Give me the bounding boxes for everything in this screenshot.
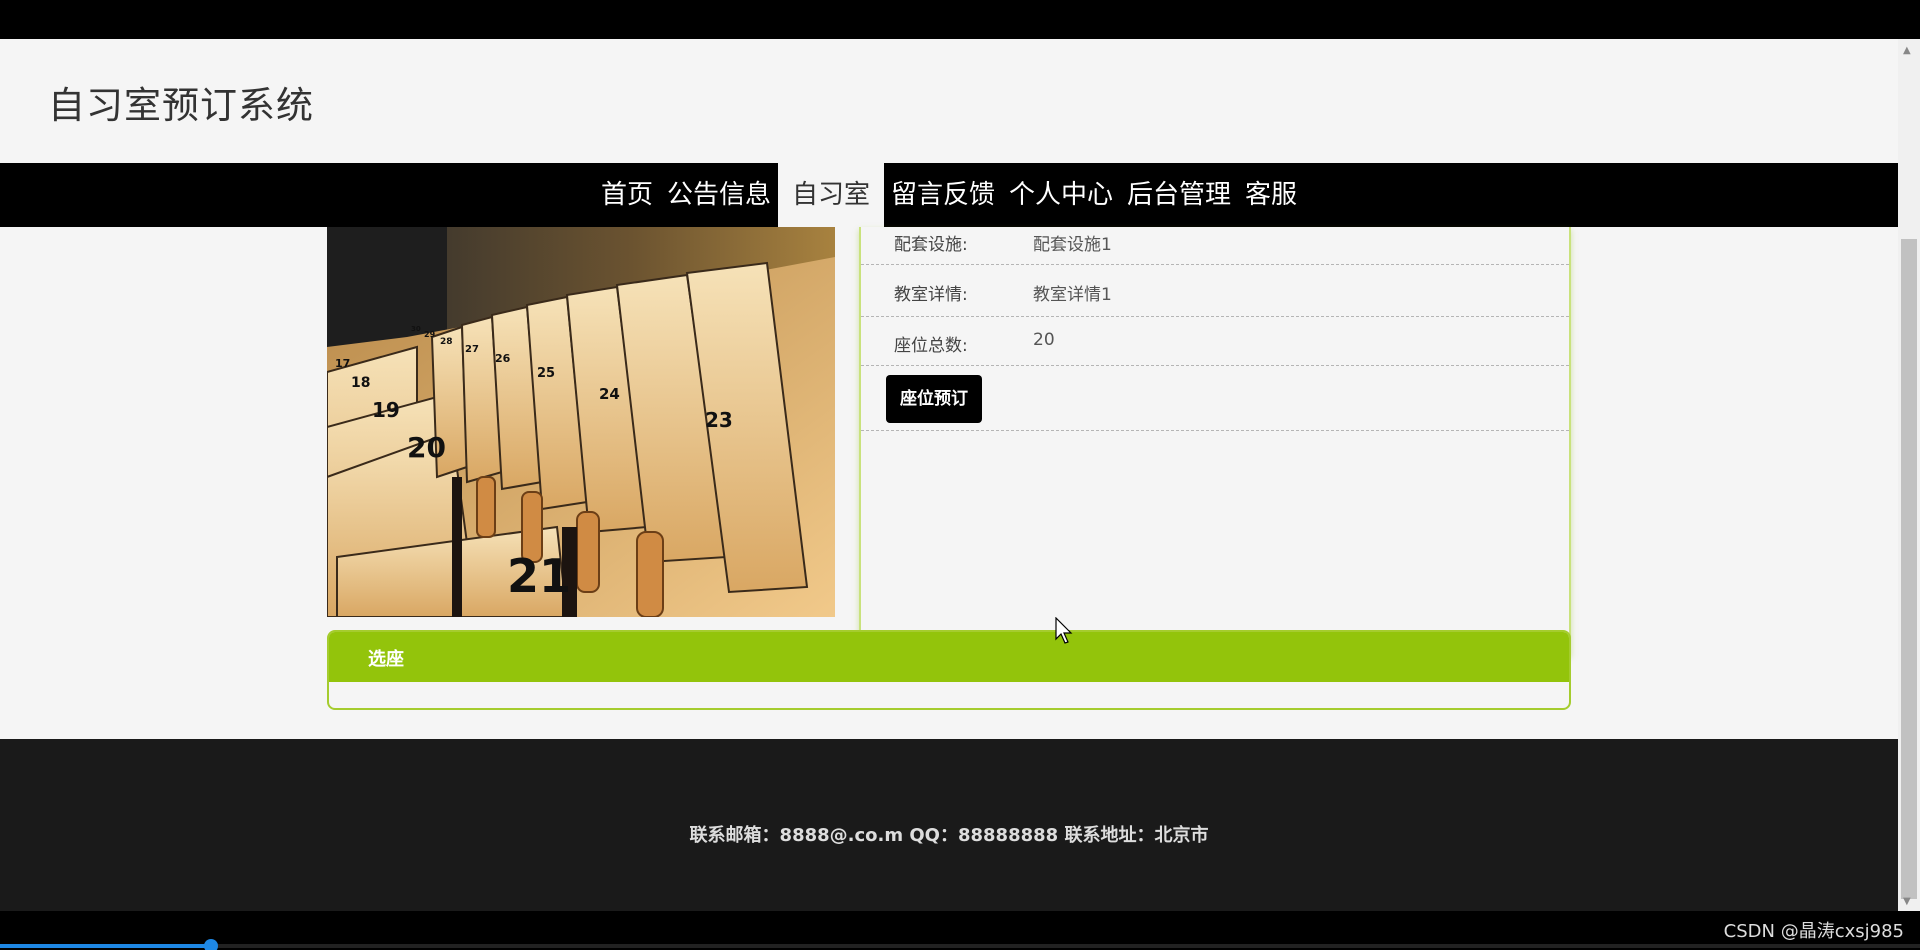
nav-feedback[interactable]: 留言反馈 (884, 163, 1002, 227)
seat-number-label: 21 (507, 549, 571, 603)
seat-number-label: 28 (440, 337, 453, 347)
nav-study-rooms[interactable]: 自习室 (777, 163, 884, 227)
detail-row-room-details: 教室详情: 教室详情1 (861, 265, 1569, 317)
nav-admin[interactable]: 后台管理 (1120, 163, 1238, 227)
detail-row-facilities: 配套设施: 配套设施1 (861, 227, 1569, 265)
facilities-value: 配套设施1 (1033, 235, 1112, 255)
detail-row-total-seats: 座位总数: 20 (861, 317, 1569, 366)
nav-customer-service[interactable]: 客服 (1238, 163, 1304, 227)
seat-number-label: 26 (495, 352, 511, 365)
seat-number-label: 23 (705, 408, 733, 432)
seat-selection-panel: 选座 (327, 630, 1571, 710)
scroll-down-arrow-icon[interactable]: ▼ (1903, 896, 1911, 907)
video-progress-fill (0, 944, 211, 948)
seat-number-label: 19 (372, 398, 400, 422)
site-header: 自习室预订系统 (0, 39, 1898, 163)
total-seats-value: 20 (1033, 330, 1055, 350)
seat-number-label: 27 (465, 344, 479, 355)
site-footer: 联系邮箱：8888@.co.m QQ：88888888 联系地址：北京市 (0, 739, 1898, 911)
nav-personal-center[interactable]: 个人中心 (1002, 163, 1120, 227)
main-navigation: 首页 公告信息 自习室 留言反馈 个人中心 后台管理 客服 (0, 163, 1898, 227)
seat-number-label: 18 (351, 375, 370, 391)
footer-contact-info: 联系邮箱：8888@.co.m QQ：88888888 联系地址：北京市 (689, 825, 1209, 846)
scrollbar-thumb[interactable] (1901, 239, 1917, 899)
seat-number-label: 24 (599, 385, 620, 403)
nav-home[interactable]: 首页 (594, 163, 660, 227)
seat-number-label: 29 (424, 330, 436, 339)
watermark-text: CSDN @晶涛cxsj985 (1723, 921, 1904, 942)
seat-number-label: 20 (407, 431, 446, 464)
seat-number-label: 17 (335, 357, 350, 370)
room-details-value: 教室详情1 (1033, 285, 1112, 305)
scroll-up-arrow-icon[interactable]: ▲ (1903, 45, 1911, 56)
browser-viewport: 自习室预订系统 首页 公告信息 自习室 留言反馈 个人中心 后台管理 客服 17… (0, 39, 1898, 911)
study-room-photo: 17 18 19 20 21 23 24 25 26 27 28 29 30 (327, 227, 835, 617)
mouse-cursor-icon (1055, 617, 1073, 644)
total-seats-label: 座位总数: (894, 336, 968, 356)
room-details-label: 教室详情: (894, 285, 968, 305)
seat-number-label: 25 (537, 366, 555, 381)
video-progress-knob[interactable] (204, 939, 218, 950)
nav-announcements[interactable]: 公告信息 (660, 163, 778, 227)
seat-panel-title: 选座 (368, 649, 404, 670)
vertical-scrollbar[interactable]: ▲ ▼ (1898, 39, 1920, 911)
seat-panel-header: 选座 (329, 632, 1569, 682)
seat-number-label: 30 (411, 325, 421, 333)
site-title: 自习室预订系统 (48, 84, 314, 127)
room-detail-card: 配套设施: 配套设施1 教室详情: 教室详情1 座位总数: 20 座位预订 (859, 227, 1571, 655)
facilities-label: 配套设施: (894, 235, 968, 255)
book-seat-button[interactable]: 座位预订 (886, 375, 982, 423)
video-progress-bar[interactable] (0, 939, 1920, 950)
